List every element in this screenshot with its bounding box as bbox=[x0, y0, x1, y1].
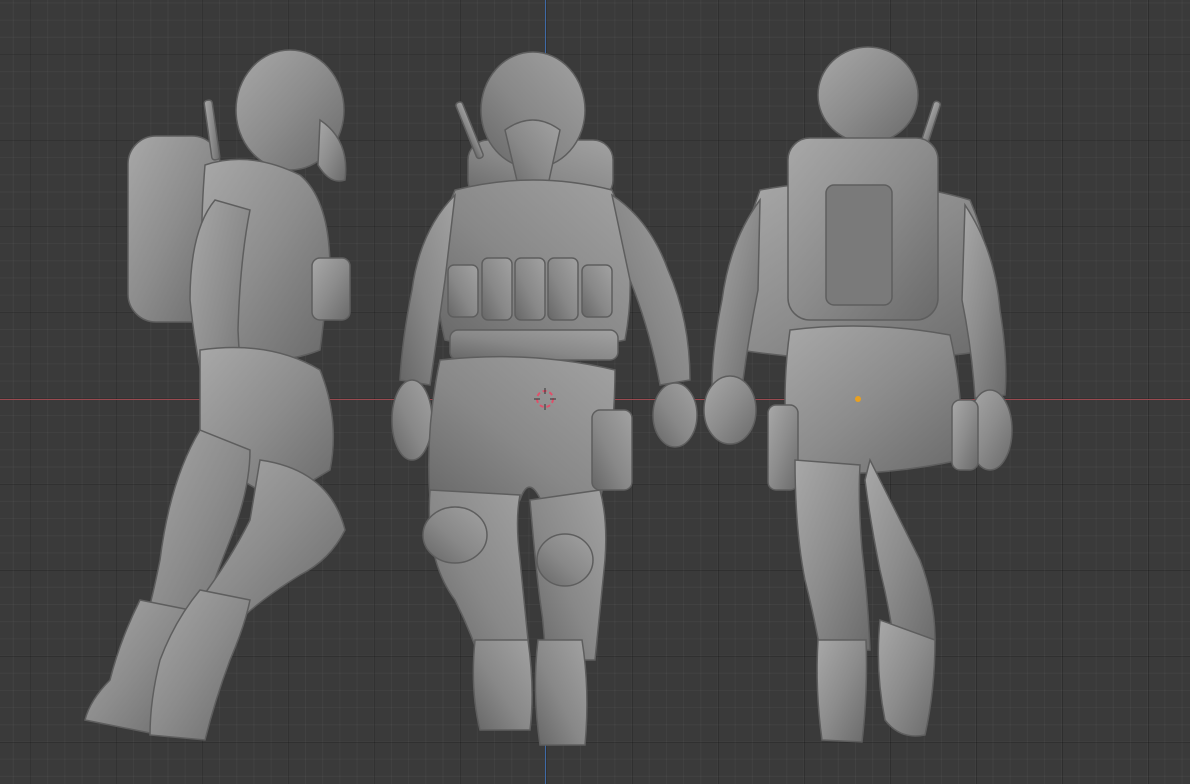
chest-pouch bbox=[447, 264, 479, 318]
leg-left bbox=[794, 459, 871, 651]
chest-pouch bbox=[481, 257, 513, 321]
boot-right bbox=[534, 639, 588, 746]
holster bbox=[951, 399, 979, 471]
hand-right bbox=[652, 382, 698, 448]
chest-pouch bbox=[514, 257, 546, 321]
hips bbox=[784, 325, 962, 475]
backpack-panel bbox=[825, 184, 893, 306]
holster bbox=[767, 404, 799, 491]
figure-back-view[interactable] bbox=[703, 46, 1013, 743]
belt bbox=[449, 329, 619, 361]
pouch bbox=[311, 257, 351, 321]
figure-side-view[interactable] bbox=[84, 49, 351, 741]
kneepad-right bbox=[536, 533, 594, 587]
arm-left bbox=[711, 197, 761, 389]
holster bbox=[591, 409, 633, 491]
boot-left bbox=[472, 639, 533, 731]
sculpt-model[interactable] bbox=[0, 0, 1190, 784]
3d-cursor-icon[interactable] bbox=[534, 388, 556, 410]
kneepad-left bbox=[422, 506, 488, 564]
3d-viewport[interactable] bbox=[0, 0, 1190, 784]
leg-right bbox=[864, 457, 936, 651]
arm-right bbox=[961, 202, 1007, 399]
boot-right bbox=[877, 618, 936, 737]
object-origin-icon[interactable] bbox=[855, 396, 861, 402]
hips bbox=[428, 355, 616, 511]
hand-left bbox=[703, 375, 757, 445]
chest-pouch bbox=[581, 264, 613, 318]
hand-left bbox=[391, 379, 433, 461]
helmet bbox=[817, 46, 919, 144]
chest-pouch bbox=[547, 257, 579, 321]
boot-left bbox=[816, 639, 868, 743]
